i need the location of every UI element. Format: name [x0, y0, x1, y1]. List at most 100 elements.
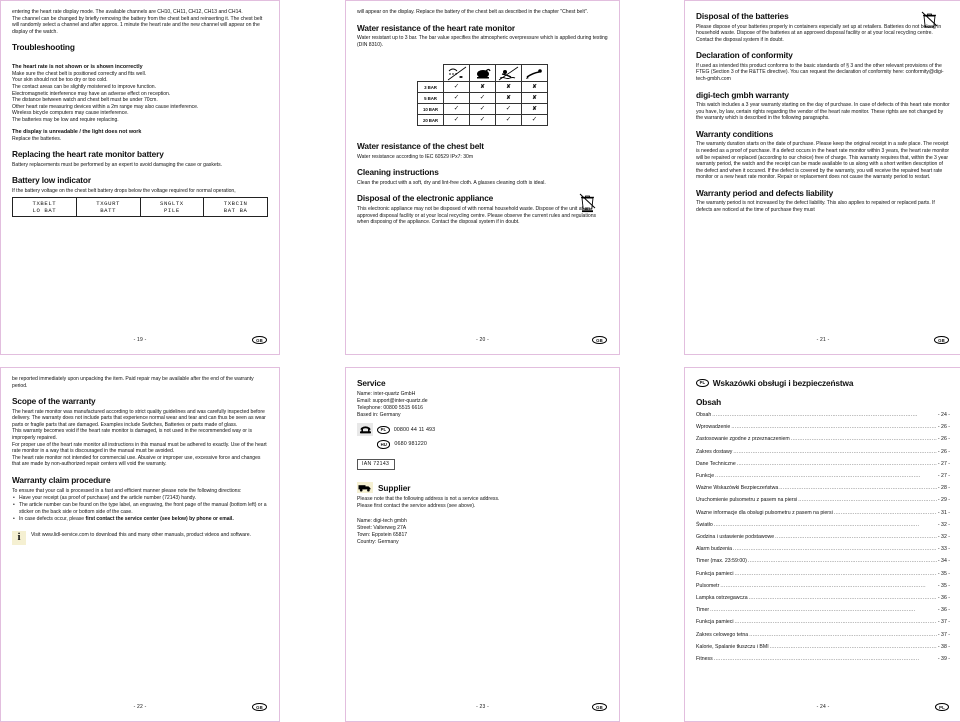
toc-label: Lampka ostrzegawcza	[696, 595, 748, 602]
toc-dot-leader: ........................................…	[798, 497, 937, 504]
page-number: - 23 -	[476, 704, 489, 710]
heading-contents: Obsah	[696, 397, 722, 407]
toc-page: - 27 -	[937, 460, 950, 467]
toc-page: - 39 -	[937, 656, 950, 663]
table-row: 5 BAR ✓ ✓ ✘ ✘	[417, 92, 548, 105]
table-row: TXBELT LO BAT TXGURT BATT SNGLTX PILE TX…	[12, 197, 268, 217]
toc-entry[interactable]: Wprowadzenie............................…	[696, 421, 950, 433]
page-number: - 19 -	[133, 337, 147, 343]
cross-icon: ✘	[480, 84, 485, 91]
warranty-period-body: The warranty period is not increased by …	[696, 200, 935, 213]
rain-splash-icon	[443, 64, 470, 83]
crossed-out-bin-icon	[579, 194, 596, 213]
page-footer: - 22 - GB	[1, 703, 279, 714]
toc-label: Alarm budzenia	[696, 546, 733, 553]
delivery-truck-icon	[357, 482, 373, 494]
toc-label: Funkcja pamieci	[696, 619, 734, 626]
toc-entry[interactable]: Wazne informacje dla obsługi pulsometru …	[696, 507, 950, 519]
table-corner	[418, 65, 444, 82]
page-footer: - 20 - GB	[346, 336, 619, 347]
page-21: Disposal of the batteries Please dispose…	[684, 0, 960, 355]
toc-entry[interactable]: Zakres celowego tetna...................…	[696, 629, 950, 641]
country-badge: GB	[251, 336, 267, 345]
lcd-cell-top: SNGLTX	[160, 199, 184, 207]
check-icon: ✓	[453, 116, 460, 124]
toc-page: - 38 -	[937, 643, 950, 650]
toc-entry[interactable]: Zastosowanie zgodne z przeznaczeniem....…	[696, 433, 950, 445]
replacing-battery-body: Battery replacements must be performed b…	[12, 161, 222, 168]
mark-cell: ✓	[443, 114, 470, 127]
toc-dot-leader: ........................................…	[715, 473, 921, 480]
diving-icon	[521, 64, 548, 83]
toc-page: - 37 -	[937, 631, 950, 638]
battery-disposal-section: Disposal of the batteries Please dispose…	[696, 11, 950, 43]
bullet-text-bold: first contact the service center (see be…	[85, 515, 234, 522]
toc-dot-leader: ........................................…	[749, 631, 937, 638]
toc-entry[interactable]: Alarm budzenia..........................…	[696, 543, 950, 555]
toc-entry[interactable]: Godzina i ustawienie podstawowe.........…	[696, 531, 950, 543]
troubleshoot-line: Other heart rate measuring devices withi…	[12, 103, 199, 110]
toc-dot-leader: ........................................…	[712, 412, 918, 418]
toc-entry[interactable]: Światło.................................…	[696, 519, 950, 531]
heading-water-resistance-monitor: Water resistance of the heart rate monit…	[357, 22, 515, 33]
claim-intro: To ensure that your call is processed in…	[12, 487, 242, 494]
toc-entry[interactable]: Funkcje.................................…	[696, 470, 950, 482]
toc-entry[interactable]: Funkcja pamieci.........................…	[696, 616, 950, 628]
table-row: 10 BAR ✓ ✓ ✓ ✘	[417, 103, 548, 116]
toc-entry[interactable]: Timer (max. 23:59:00)...................…	[696, 555, 950, 567]
toc-page: - 35 -	[937, 570, 950, 577]
country-badge: PL	[934, 703, 949, 712]
toc-entry[interactable]: Pulsometr...............................…	[696, 580, 950, 592]
bullet-text: In case defects occur, please	[19, 515, 86, 522]
service-phone-pl-row: PL 00800 44 11 493	[357, 423, 608, 437]
toc-entry[interactable]: Lampka ostrzegawcza.....................…	[696, 592, 950, 604]
cleaning-body: Clean the product with a soft, dry and l…	[357, 179, 546, 186]
disposal-appliance-body: This electronic appliance may not be dis…	[357, 205, 597, 226]
cross-icon: ✘	[532, 106, 537, 113]
water-resistance-table: 3 BAR ✓ ✘ ✘ ✘ 5 BAR ✓ ✓ ✘ ✘ 10 BAR ✓ ✓ ✓…	[417, 64, 548, 127]
toc-label: Funkcje	[696, 473, 715, 480]
toc-entry[interactable]: Zakres dostawy..........................…	[696, 446, 950, 458]
toc-label: Wprowadzenie	[696, 424, 731, 431]
toc-page: - 35 -	[937, 582, 950, 589]
troubleshoot-line: Your skin should not be too dry or too c…	[12, 77, 108, 84]
mark-cell: ✓	[495, 114, 522, 127]
scope-paragraph: The heart rate monitor not intended for …	[12, 454, 261, 468]
toc-entry[interactable]: Obsah...................................…	[696, 409, 950, 421]
page-20: will appear on the display. Replace the …	[345, 0, 620, 355]
cross-icon: ✘	[532, 84, 537, 91]
page-number: - 20 -	[476, 337, 489, 343]
service-line: Email: support@inter-quartz.de	[357, 397, 428, 404]
toc-entry[interactable]: Dane Techniczne.........................…	[696, 458, 950, 470]
info-note-text: Visit www.lidl-service.com to download t…	[31, 531, 251, 538]
toc-entry[interactable]: Uruchomienie pulsometru z pasem na piers…	[696, 494, 950, 506]
page-19: entering the heart rate display mode. Th…	[0, 0, 280, 355]
lcd-cell-bottom: PILE	[163, 206, 180, 214]
telephone-icon	[357, 423, 373, 437]
lcd-cell-top: TXBCIN	[223, 199, 248, 207]
scope-paragraph: The heart rate monitor was manufactured …	[12, 408, 266, 428]
toc-page: - 26 -	[937, 424, 950, 431]
toc-dot-leader: ........................................…	[775, 534, 937, 541]
toc-page: - 32 -	[937, 521, 950, 528]
mark-cell: ✓	[521, 114, 548, 127]
lcd-cell-bottom: LO BAT	[32, 206, 57, 214]
supplier-heading-row: Supplier	[357, 482, 608, 494]
toc-label: Dane Techniczne	[696, 460, 736, 467]
toc-label: Zakres dostawy	[696, 448, 733, 455]
troubleshoot-line: Electromagnetic interference may have an…	[12, 90, 171, 97]
toc-page: - 28 -	[937, 485, 950, 492]
ian-number: IAN 72143	[357, 458, 396, 470]
table-of-contents: Obsah...................................…	[696, 409, 950, 665]
mark-cell: ✓	[443, 103, 470, 116]
lcd-display-table: TXBELT LO BAT TXGURT BATT SNGLTX PILE TX…	[12, 197, 268, 217]
toc-entry[interactable]: Fitness.................................…	[696, 653, 950, 665]
toc-entry[interactable]: Timer...................................…	[696, 604, 950, 616]
toc-entry[interactable]: Funkcja pamieci.........................…	[696, 568, 950, 580]
toc-entry[interactable]: Kalorie, Spalanie tłuszczu i BMI........…	[696, 641, 950, 653]
toc-dot-leader: ........................................…	[736, 460, 937, 467]
polish-section-title: Wskazówki obsługi i bezpieczeństwa	[712, 378, 854, 388]
mark-cell: ✓	[469, 114, 496, 127]
toc-entry[interactable]: Ważne Wskazówki Bezpieczeństwa..........…	[696, 482, 950, 494]
